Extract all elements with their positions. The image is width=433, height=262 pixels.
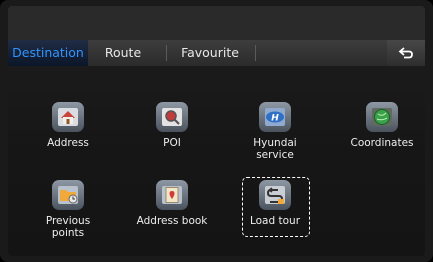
menu-item-previous-points[interactable]: Previous points (28, 180, 108, 239)
menu-label-previous-line1: Previous (45, 215, 91, 227)
menu-label-poi: POI (163, 137, 181, 149)
tab-route[interactable]: Route (92, 40, 154, 66)
menu-label-address: Address (47, 137, 89, 149)
menu-label-hyundai-line2: service (256, 149, 294, 161)
folder-clock-icon (52, 180, 84, 210)
menu-label-previous-line2: points (51, 227, 85, 239)
svg-text:H: H (271, 114, 279, 124)
tab-bar: Destination Route Favourite (8, 40, 425, 66)
tab-divider (166, 45, 167, 61)
tab-favourite[interactable]: Favourite (168, 40, 252, 66)
menu-label-hyundai-line1: Hyundai (253, 137, 297, 149)
menu-item-poi[interactable]: POI (132, 102, 212, 149)
back-button[interactable] (387, 40, 425, 66)
globe-icon (366, 102, 398, 132)
focus-highlight (242, 177, 310, 237)
poi-magnifier-icon (156, 102, 188, 132)
menu-item-address[interactable]: Address (28, 102, 108, 149)
menu-item-hyundai-service[interactable]: H Hyundai service (235, 102, 315, 161)
tab-divider (255, 45, 256, 61)
back-arrow-icon (398, 47, 413, 59)
menu-item-coordinates[interactable]: Coordinates (342, 102, 422, 149)
header-strip (8, 6, 425, 40)
menu-item-address-book[interactable]: Address book (132, 180, 212, 227)
menu-label-coordinates: Coordinates (350, 137, 414, 149)
device-frame: Destination Route Favourite Address POI … (0, 0, 433, 262)
house-icon (52, 102, 84, 132)
nav-screen: Destination Route Favourite Address POI … (8, 6, 425, 256)
tab-destination[interactable]: Destination (8, 40, 88, 66)
menu-label-address-book: Address book (136, 215, 208, 227)
hyundai-logo-icon: H (259, 102, 291, 132)
address-book-icon (156, 180, 188, 210)
